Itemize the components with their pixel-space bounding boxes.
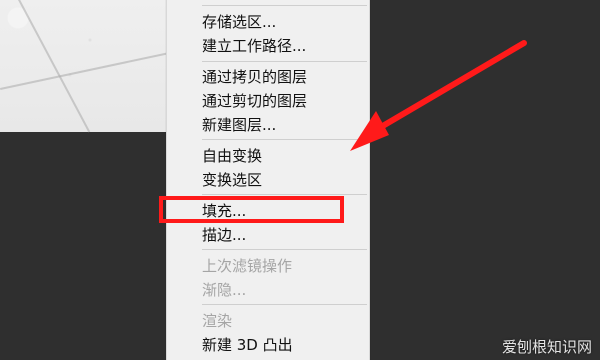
menu-item-transform-selection[interactable]: 变换选区 [202,170,262,190]
menu-item-free-transform[interactable]: 自由变换 [202,146,262,166]
menu-separator [202,139,367,140]
screen: 存储选区... 建立工作路径... 通过拷贝的图层 通过剪切的图层 新建图层..… [0,0,600,360]
menu-item-save-selection[interactable]: 存储选区... [202,12,276,32]
fill-highlight-box [159,196,344,223]
menu-item-last-filter: 上次滤镜操作 [202,257,293,275]
menu-separator [202,61,367,62]
watermark: 爱刨根知识网 [501,338,592,356]
menu-item-layer-via-copy[interactable]: 通过拷贝的图层 [202,67,307,87]
menu-item-fade: 渐隐... [202,281,247,299]
menu-item-new-layer[interactable]: 新建图层... [202,115,276,135]
menu-item-stroke[interactable]: 描边... [202,225,246,245]
menu-separator [202,5,367,6]
menu-separator [202,194,367,195]
menu-separator [202,249,367,250]
context-menu: 存储选区... 建立工作路径... 通过拷贝的图层 通过剪切的图层 新建图层..… [166,0,370,360]
menu-item-make-work-path[interactable]: 建立工作路径... [202,36,306,56]
menu-item-new-3d-extrusion[interactable]: 新建 3D 凸出 [202,335,293,355]
canvas-image [0,0,167,132]
menu-item-layer-via-cut[interactable]: 通过剪切的图层 [202,91,307,111]
menu-item-render: 渲染 [202,312,233,330]
menu-separator [202,304,367,305]
context-menu-list: 存储选区... 建立工作路径... 通过拷贝的图层 通过剪切的图层 新建图层..… [167,0,369,360]
